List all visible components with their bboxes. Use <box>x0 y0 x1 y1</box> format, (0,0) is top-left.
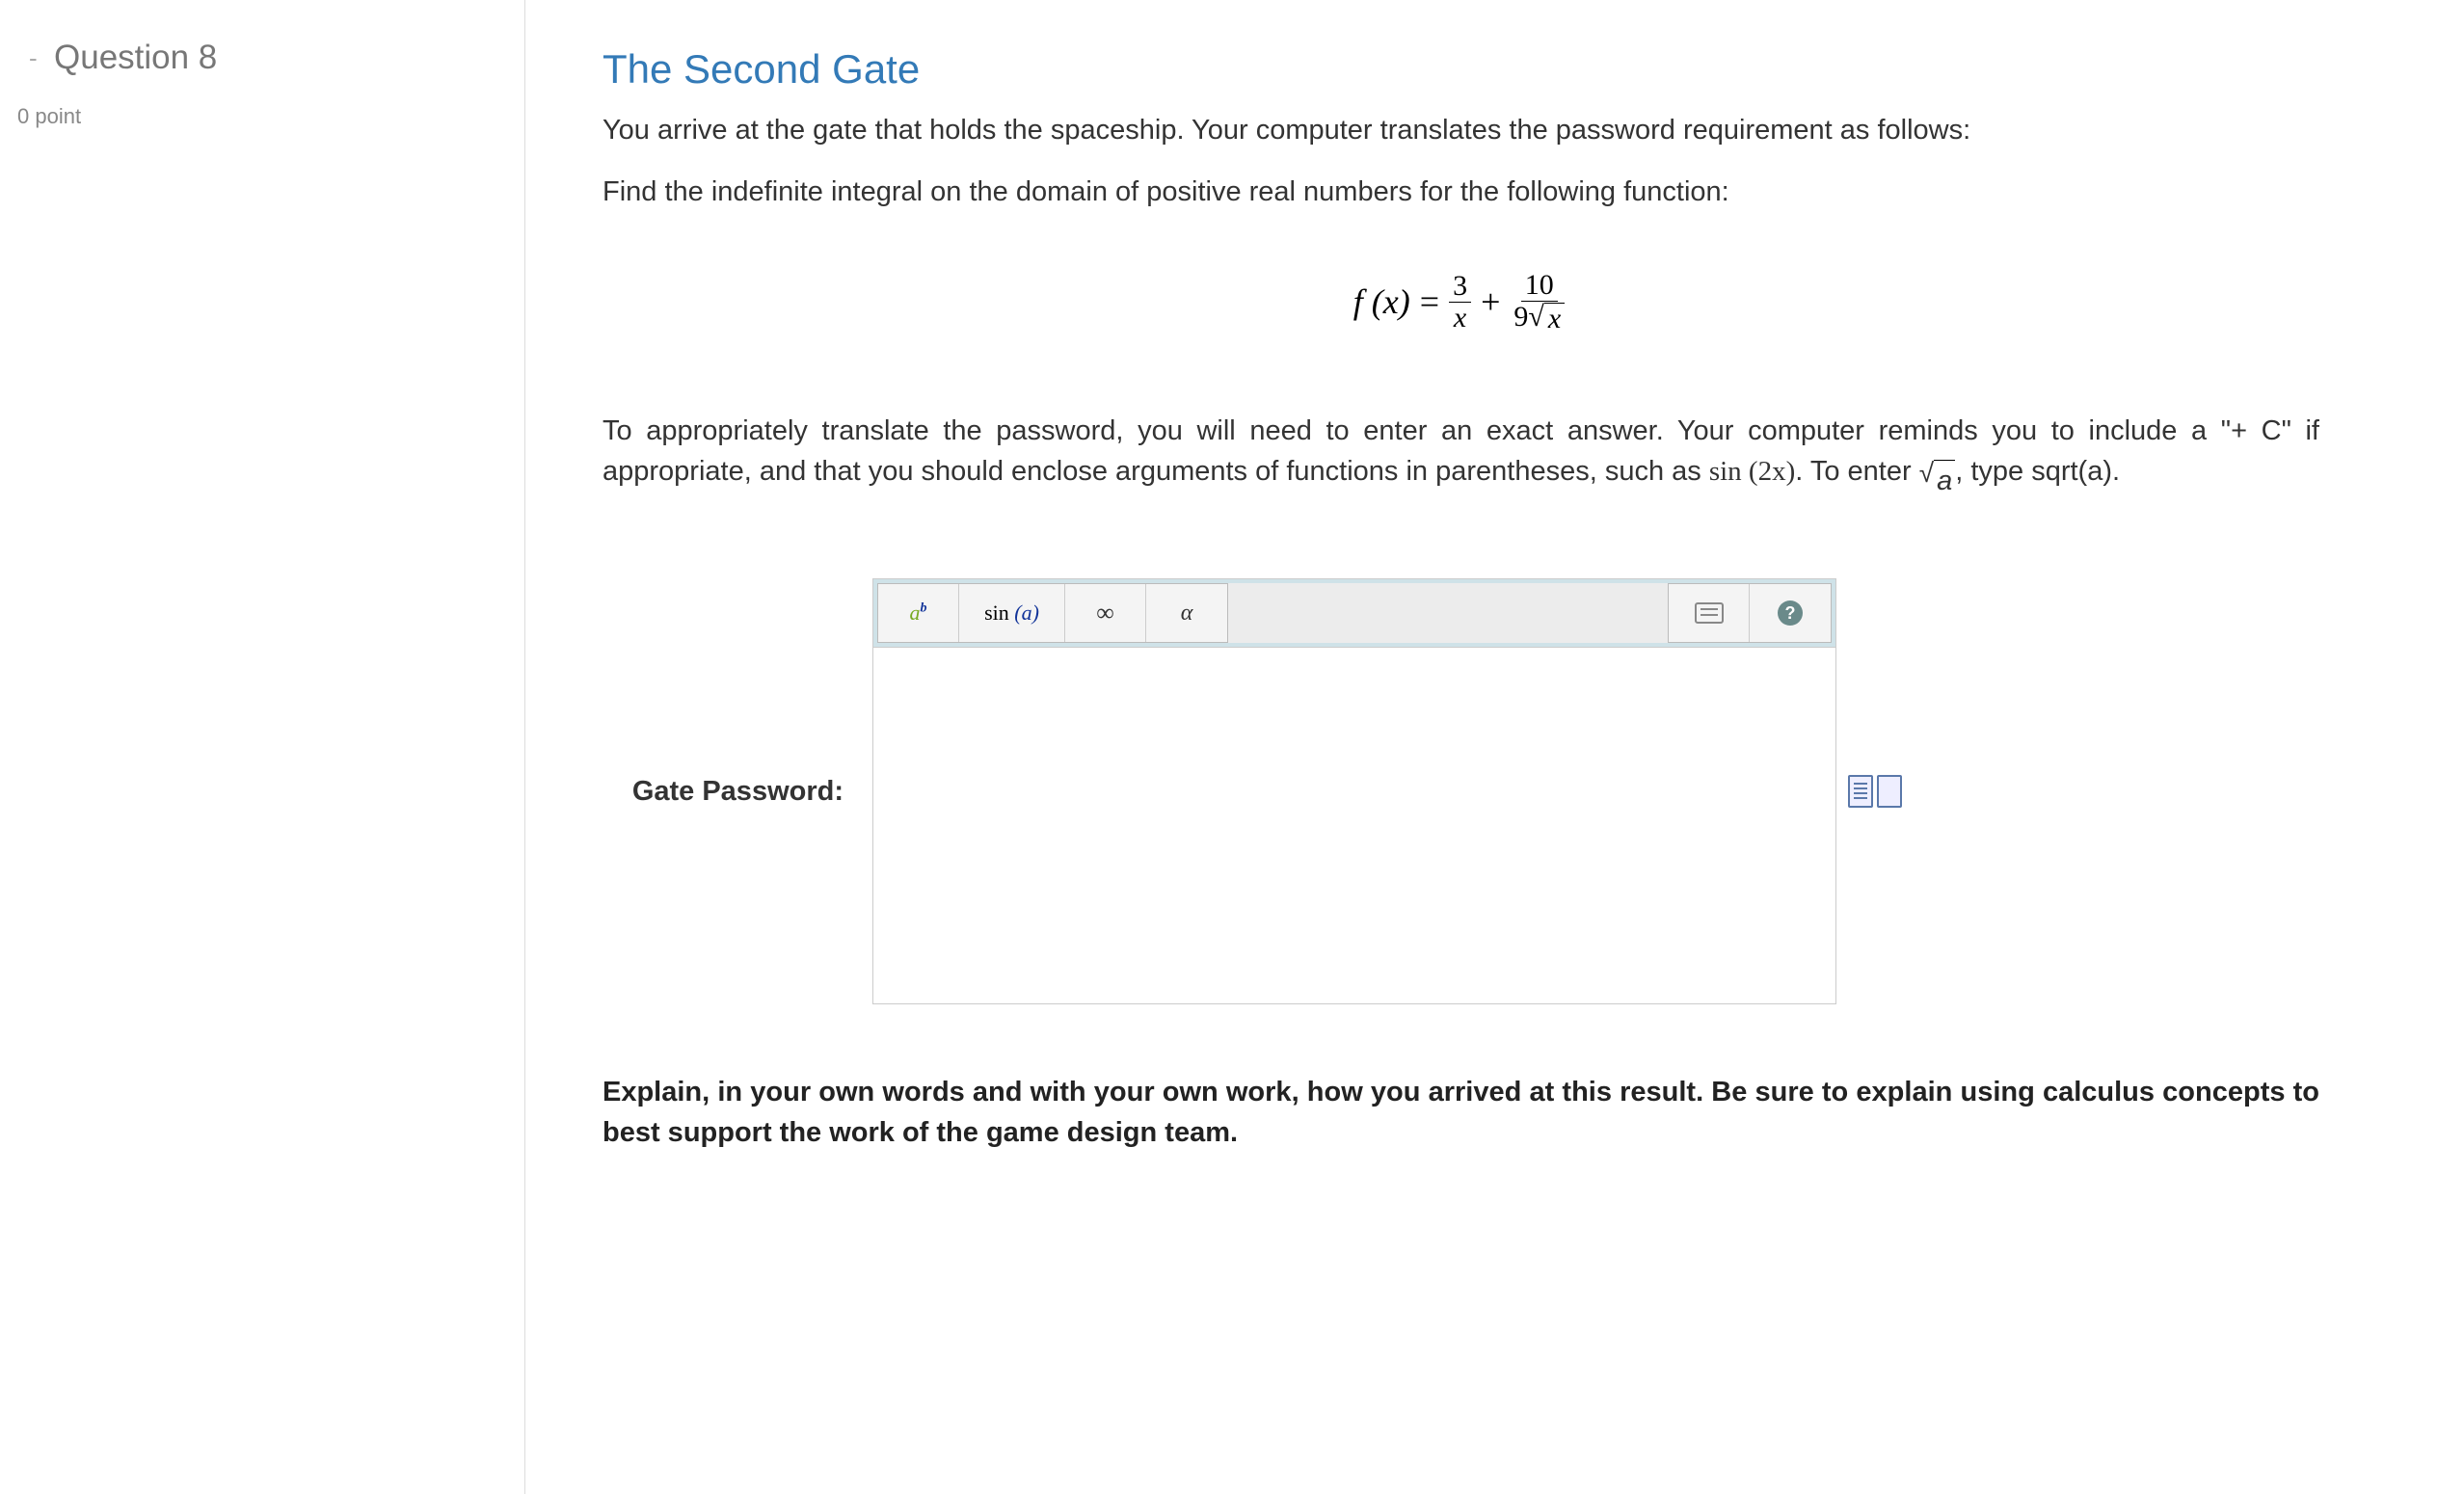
new-page-button[interactable] <box>1877 775 1902 808</box>
formula-plus: + <box>1481 281 1500 322</box>
frac2-denominator: 9√x <box>1510 302 1568 334</box>
frac1-denominator: x <box>1450 303 1470 333</box>
note-math-sqrt-radicand: a <box>1934 460 1955 501</box>
alpha-icon: α <box>1181 600 1193 627</box>
frac1-numerator: 3 <box>1449 271 1471 303</box>
preview-answer-button[interactable] <box>1848 775 1873 808</box>
toolbar-greek-button[interactable]: α <box>1146 584 1227 642</box>
frac2-den-radicand: x <box>1544 303 1565 334</box>
question-header-row[interactable]: - Question 8 <box>0 39 524 77</box>
editor-toolbar: ab sin (a) ∞ α <box>873 579 1835 647</box>
note-text-post: , type sqrt(a). <box>1955 456 2120 487</box>
help-icon: ? <box>1778 600 1803 626</box>
ab-base: a <box>910 600 921 625</box>
toolbar-function-button[interactable]: sin (a) <box>959 584 1065 642</box>
sqrt-icon: √x <box>1528 303 1565 334</box>
infinity-icon: ∞ <box>1096 599 1114 627</box>
toolbar-infinity-button[interactable]: ∞ <box>1065 584 1146 642</box>
answer-row: Gate Password: ab sin (a) ∞ <box>603 578 2319 1004</box>
toolbar-help-button[interactable]: ? <box>1750 584 1831 642</box>
keyboard-icon <box>1695 602 1724 624</box>
frac2-den-coeff: 9 <box>1513 301 1528 333</box>
collapse-caret-icon[interactable]: - <box>29 43 46 73</box>
formula-lhs: f (x) <box>1353 281 1410 322</box>
question-sidebar: - Question 8 0 point <box>0 0 525 1494</box>
sin-fn: sin <box>984 600 1009 625</box>
answer-input[interactable] <box>873 647 1835 1003</box>
ab-exp: b <box>921 601 927 616</box>
note-paragraph: To appropriately translate the password,… <box>603 411 2319 501</box>
formula-fraction-2: 10 9√x <box>1510 270 1568 333</box>
answer-label: Gate Password: <box>603 776 872 808</box>
instruction-paragraph: Find the indefinite integral on the doma… <box>603 172 2319 212</box>
note-math-sqrt: √a <box>1919 460 1956 501</box>
math-editor: ab sin (a) ∞ α <box>872 578 1836 1004</box>
formula-fraction-1: 3 x <box>1449 271 1471 333</box>
sin-arg: (a) <box>1014 600 1039 625</box>
explain-paragraph: Explain, in your own words and with your… <box>603 1072 2319 1153</box>
toolbar-keyboard-button[interactable] <box>1669 584 1750 642</box>
note-text-mid: . To enter <box>1795 456 1918 487</box>
frac2-numerator: 10 <box>1521 270 1558 302</box>
note-math-sin: sin (2x) <box>1709 456 1795 487</box>
intro-paragraph: You arrive at the gate that holds the sp… <box>603 110 2319 150</box>
formula-equals: = <box>1420 281 1439 322</box>
answer-side-buttons <box>1848 775 1902 808</box>
question-number-label: Question 8 <box>54 39 217 77</box>
section-heading: The Second Gate <box>603 46 2319 93</box>
question-content: The Second Gate You arrive at the gate t… <box>525 0 2464 1494</box>
question-points-label: 0 point <box>0 77 524 129</box>
toolbar-exponent-button[interactable]: ab <box>878 584 959 642</box>
formula-display: f (x) = 3 x + 10 9√x <box>603 270 2319 333</box>
